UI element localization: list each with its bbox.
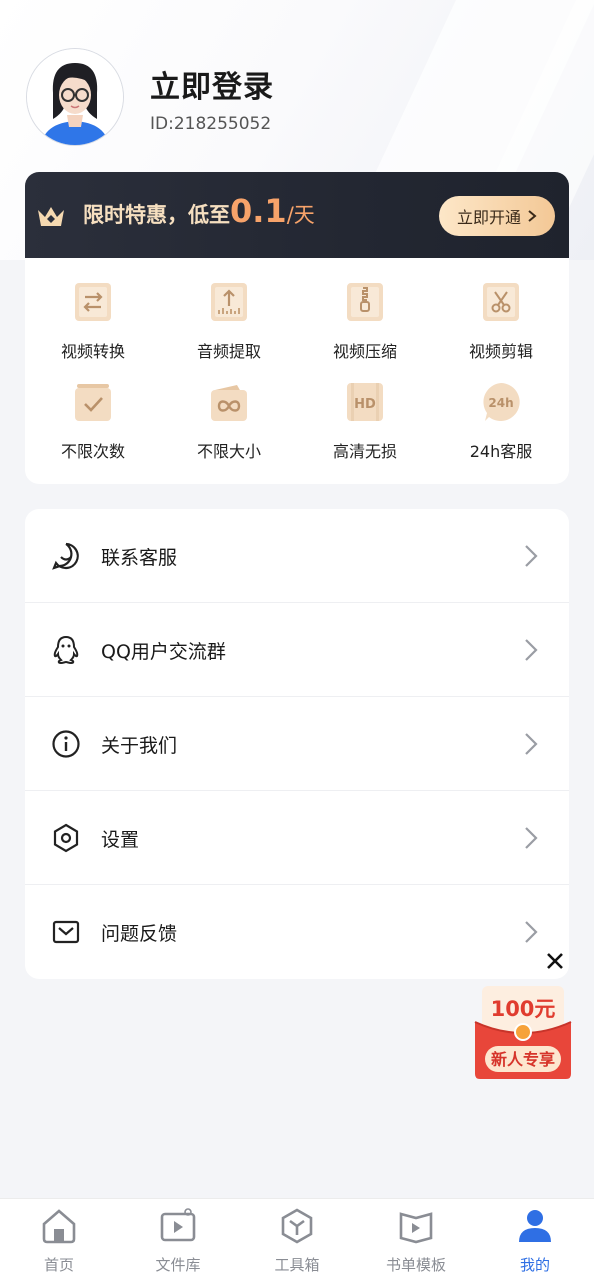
menu-item-label: QQ用户交流群 xyxy=(101,641,226,663)
vip-card: 限时特惠，低至0.1/天 立即开通 视频转换 音频提取 视频压缩 视频剪辑 不限… xyxy=(25,172,569,484)
feature-label: 高清无损 xyxy=(332,442,397,461)
unlimited-size-icon xyxy=(211,385,247,421)
video-cut-icon xyxy=(483,283,519,321)
user-id: ID:218255052 xyxy=(150,114,272,134)
audio-extract-icon xyxy=(211,283,247,321)
open-vip-button[interactable]: 立即开通 xyxy=(439,196,555,236)
settings-icon xyxy=(53,823,79,853)
feature-unlimited-size[interactable]: 不限大小 xyxy=(161,372,297,462)
24h-service-icon: 24h xyxy=(483,383,520,421)
info-icon xyxy=(52,730,80,758)
hd-lossless-icon: HD xyxy=(347,383,383,421)
chevron-right-icon xyxy=(525,827,538,849)
menu-item-label: 联系客服 xyxy=(101,547,178,569)
feature-video-convert[interactable]: 视频转换 xyxy=(25,272,161,362)
menu-item-label: 问题反馈 xyxy=(101,923,178,945)
login-title[interactable]: 立即登录 xyxy=(150,62,274,106)
menu-item-feedback[interactable]: 问题反馈 xyxy=(25,885,569,979)
avatar[interactable] xyxy=(26,48,124,146)
feature-label: 不限次数 xyxy=(60,442,125,461)
menu-item-contact-service[interactable]: 联系客服 xyxy=(25,509,569,603)
feature-24h-service[interactable]: 24h 24h客服 xyxy=(433,372,569,462)
feature-video-cut[interactable]: 视频剪辑 xyxy=(433,272,569,362)
chat-icon xyxy=(52,542,79,570)
toolbox-icon xyxy=(281,1208,313,1244)
tab-label: 文件库 xyxy=(155,1256,201,1274)
tab-toolbox[interactable]: 工具箱 xyxy=(238,1199,356,1281)
qq-icon xyxy=(53,635,79,665)
feature-audio-extract[interactable]: 音频提取 xyxy=(161,272,297,362)
red-envelope-promo[interactable]: 100元 新人专享 xyxy=(474,986,572,1080)
feature-label: 视频转换 xyxy=(60,342,125,361)
menu-item-label: 关于我们 xyxy=(101,735,178,757)
feature-label: 24h客服 xyxy=(469,442,533,461)
unlimited-times-icon xyxy=(75,384,111,421)
menu-item-settings[interactable]: 设置 xyxy=(25,791,569,885)
file-library-icon xyxy=(160,1208,196,1242)
chevron-right-icon xyxy=(525,921,538,943)
avatar-illustration-icon xyxy=(27,49,123,145)
menu-item-qq-group[interactable]: QQ用户交流群 xyxy=(25,603,569,697)
feature-unlimited-times[interactable]: 不限次数 xyxy=(25,372,161,462)
video-convert-icon xyxy=(75,283,111,321)
feature-grid: 视频转换 音频提取 视频压缩 视频剪辑 不限次数 不限大小 HD 高清无损 24… xyxy=(25,272,569,472)
promo-text: 限时特惠，低至0.1/天 xyxy=(83,192,315,230)
chevron-right-icon xyxy=(528,210,537,222)
promo-tag: 新人专享 xyxy=(491,1050,555,1069)
feature-label: 不限大小 xyxy=(196,442,261,461)
promo-price: 0.1 xyxy=(230,192,287,230)
menu-item-label: 设置 xyxy=(101,829,140,851)
feature-video-compress[interactable]: 视频压缩 xyxy=(297,272,433,362)
chevron-right-icon xyxy=(525,639,538,661)
tab-label: 书单模板 xyxy=(385,1256,446,1274)
open-vip-button-label: 立即开通 xyxy=(456,210,521,227)
chevron-right-icon xyxy=(525,733,538,755)
vip-banner[interactable]: 限时特惠，低至0.1/天 立即开通 xyxy=(25,172,569,258)
24h-badge-text: 24h xyxy=(488,396,513,410)
feature-label: 音频提取 xyxy=(196,342,261,361)
tab-home[interactable]: 首页 xyxy=(0,1199,118,1281)
mail-icon xyxy=(52,920,80,944)
hd-badge-text: HD xyxy=(354,397,376,412)
promo-prefix: 限时特惠，低至 xyxy=(83,203,230,227)
crown-icon xyxy=(38,207,64,226)
tab-booklist-template[interactable]: 书单模板 xyxy=(357,1199,475,1281)
feature-hd-lossless[interactable]: HD 高清无损 xyxy=(297,372,433,462)
tab-label: 工具箱 xyxy=(274,1256,320,1274)
profile-icon xyxy=(519,1210,551,1242)
tab-file-library[interactable]: 文件库 xyxy=(119,1199,237,1281)
video-compress-icon xyxy=(347,283,383,321)
close-icon[interactable] xyxy=(543,949,567,973)
settings-menu: 联系客服 QQ用户交流群 关于我们 设置 问题反馈 xyxy=(25,509,569,979)
home-icon xyxy=(42,1209,76,1244)
feature-label: 视频剪辑 xyxy=(468,342,533,361)
bottom-tab-bar: 首页 文件库 工具箱 书单模板 我的 xyxy=(0,1198,594,1281)
booklist-template-icon xyxy=(399,1212,433,1244)
promo-unit: /天 xyxy=(286,203,315,227)
menu-item-about-us[interactable]: 关于我们 xyxy=(25,697,569,791)
tab-label: 我的 xyxy=(519,1256,550,1274)
chevron-right-icon xyxy=(525,545,538,567)
tab-profile[interactable]: 我的 xyxy=(476,1199,594,1281)
feature-label: 视频压缩 xyxy=(332,342,397,361)
promo-amount: 100元 xyxy=(491,997,556,1021)
tab-label: 首页 xyxy=(43,1256,74,1274)
